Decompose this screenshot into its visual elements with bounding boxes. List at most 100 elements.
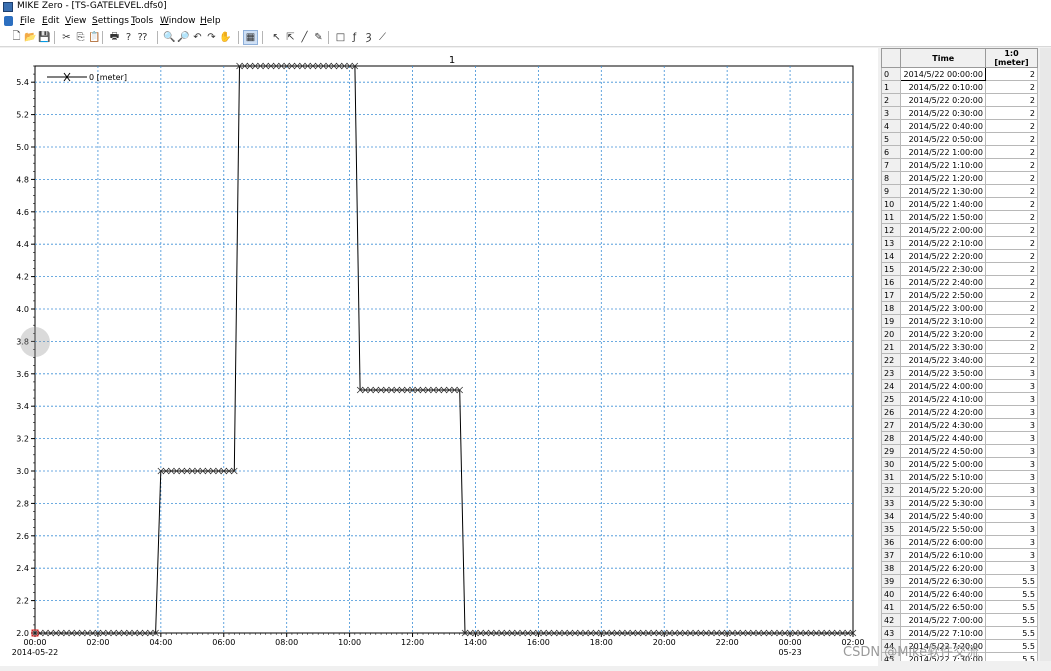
time-cell[interactable]: 2014/5/22 2:40:00	[900, 275, 986, 289]
rectangle-icon[interactable]: □	[334, 31, 347, 44]
value-cell[interactable]: 5.5	[984, 600, 1038, 614]
table-scrollbar[interactable]	[1040, 48, 1051, 661]
table-row[interactable]: 37 2014/5/22 6:10:00 3	[881, 548, 1038, 562]
menu-edit[interactable]: Edit	[42, 16, 59, 26]
table-row[interactable]: 23 2014/5/22 3:50:00 3	[881, 366, 1038, 380]
table-row[interactable]: 35 2014/5/22 5:50:00 3	[881, 522, 1038, 536]
value-cell[interactable]: 3	[984, 535, 1038, 549]
time-cell[interactable]: 2014/5/22 3:10:00	[900, 314, 986, 328]
menu-help[interactable]: Help	[200, 16, 221, 26]
value-cell[interactable]: 3	[984, 418, 1038, 432]
table-row[interactable]: 17 2014/5/22 2:50:00 2	[881, 288, 1038, 302]
table-row[interactable]: 33 2014/5/22 5:30:00 3	[881, 496, 1038, 510]
properties-icon[interactable]: Ȝ	[362, 31, 375, 44]
table-row[interactable]: 15 2014/5/22 2:30:00 2	[881, 262, 1038, 276]
menu-tools[interactable]: Tools	[131, 16, 153, 26]
table-row[interactable]: 12 2014/5/22 2:00:00 2	[881, 223, 1038, 237]
table-row[interactable]: 5 2014/5/22 0:50:00 2	[881, 132, 1038, 146]
menu-view[interactable]: View	[65, 16, 86, 26]
value-cell[interactable]: 3	[984, 522, 1038, 536]
table-row[interactable]: 31 2014/5/22 5:10:00 3	[881, 470, 1038, 484]
draw-line-icon[interactable]: ╱	[298, 31, 311, 44]
time-cell[interactable]: 2014/5/22 4:20:00	[900, 405, 986, 419]
value-cell[interactable]: 2	[984, 340, 1038, 354]
table-row[interactable]: 24 2014/5/22 4:00:00 3	[881, 379, 1038, 393]
time-cell[interactable]: 2014/5/22 2:50:00	[900, 288, 986, 302]
data-table[interactable]: Time 1:0 [meter] 0 2014/5/22 00:00:00 2 1 20…	[881, 48, 1038, 661]
value-cell[interactable]: 2	[984, 236, 1038, 250]
document-icon[interactable]	[4, 16, 13, 26]
pan-icon[interactable]: ✋	[219, 31, 232, 44]
header-time[interactable]: Time	[900, 48, 986, 68]
value-cell[interactable]: 2	[984, 119, 1038, 133]
table-row[interactable]: 36 2014/5/22 6:00:00 3	[881, 535, 1038, 549]
chart-panel[interactable]: 1 2.0 2.2 2.4 2.6 2.8 3.0 3.2 3.4 3.6 3.8 4.0 4.2 4.4…	[0, 48, 878, 666]
table-row[interactable]: 34 2014/5/22 5:40:00 3	[881, 509, 1038, 523]
table-row[interactable]: 30 2014/5/22 5:00:00 3	[881, 457, 1038, 471]
value-cell[interactable]: 3	[984, 470, 1038, 484]
zoom-out-icon[interactable]: 🔎	[177, 31, 190, 44]
time-cell[interactable]: 2014/5/22 2:30:00	[900, 262, 986, 276]
table-row[interactable]: 8 2014/5/22 1:20:00 2	[881, 171, 1038, 185]
table-row[interactable]: 25 2014/5/22 4:10:00 3	[881, 392, 1038, 406]
table-row[interactable]: 10 2014/5/22 1:40:00 2	[881, 197, 1038, 211]
time-cell[interactable]: 2014/5/22 1:20:00	[900, 171, 986, 185]
time-cell[interactable]: 2014/5/22 0:50:00	[900, 132, 986, 146]
value-cell[interactable]: 2	[984, 223, 1038, 237]
table-row[interactable]: 26 2014/5/22 4:20:00 3	[881, 405, 1038, 419]
time-cell[interactable]: 2014/5/22 4:50:00	[900, 444, 986, 458]
value-cell[interactable]: 2	[984, 353, 1038, 367]
time-cell[interactable]: 2014/5/22 5:00:00	[900, 457, 986, 471]
header-value[interactable]: 1:0 [meter]	[984, 48, 1038, 68]
ruler-icon[interactable]: ⟋	[376, 31, 389, 44]
table-row[interactable]: 28 2014/5/22 4:40:00 3	[881, 431, 1038, 445]
table-row[interactable]: 11 2014/5/22 1:50:00 2	[881, 210, 1038, 224]
value-cell[interactable]: 3	[984, 379, 1038, 393]
new-icon[interactable]: 🗋	[10, 31, 23, 44]
value-cell[interactable]: 5.5	[984, 574, 1038, 588]
time-cell[interactable]: 2014/5/22 4:40:00	[900, 431, 986, 445]
time-cell[interactable]: 2014/5/22 1:40:00	[900, 197, 986, 211]
time-cell[interactable]: 2014/5/22 0:40:00	[900, 119, 986, 133]
table-row[interactable]: 42 2014/5/22 7:00:00 5.5	[881, 613, 1038, 627]
table-row[interactable]: 6 2014/5/22 1:00:00 2	[881, 145, 1038, 159]
value-cell[interactable]: 5.5	[984, 613, 1038, 627]
value-cell[interactable]: 2	[984, 93, 1038, 107]
copy-icon[interactable]: ⎘	[74, 31, 87, 44]
open-icon[interactable]: 📂	[24, 31, 37, 44]
table-row[interactable]: 40 2014/5/22 6:40:00 5.5	[881, 587, 1038, 601]
time-cell[interactable]: 2014/5/22 4:10:00	[900, 392, 986, 406]
value-cell[interactable]: 2	[984, 210, 1038, 224]
value-cell[interactable]: 3	[984, 509, 1038, 523]
time-series-chart[interactable]: 12.02.22.42.62.83.03.23.43.63.84.04.24.4…	[0, 48, 878, 666]
table-row[interactable]: 21 2014/5/22 3:30:00 2	[881, 340, 1038, 354]
value-cell[interactable]: 2	[984, 262, 1038, 276]
time-cell[interactable]: 2014/5/22 5:40:00	[900, 509, 986, 523]
time-cell[interactable]: 2014/5/22 6:20:00	[900, 561, 986, 575]
table-row[interactable]: 7 2014/5/22 1:10:00 2	[881, 158, 1038, 172]
time-cell[interactable]: 2014/5/22 2:00:00	[900, 223, 986, 237]
time-cell[interactable]: 2014/5/22 3:40:00	[900, 353, 986, 367]
table-row[interactable]: 32 2014/5/22 5:20:00 3	[881, 483, 1038, 497]
table-row[interactable]: 39 2014/5/22 6:30:00 5.5	[881, 574, 1038, 588]
help-icon[interactable]: ?	[122, 31, 135, 44]
menu-window[interactable]: Window	[160, 16, 196, 26]
value-cell[interactable]: 3	[984, 405, 1038, 419]
value-cell[interactable]: 5.5	[984, 626, 1038, 640]
data-table-panel[interactable]: Time 1:0 [meter] 0 2014/5/22 00:00:00 2 1 20…	[881, 48, 1038, 661]
value-cell[interactable]: 2	[984, 184, 1038, 198]
time-cell[interactable]: 2014/5/22 5:50:00	[900, 522, 986, 536]
value-cell[interactable]: 2	[984, 80, 1038, 94]
value-cell[interactable]: 2	[984, 288, 1038, 302]
value-cell[interactable]: 3	[984, 392, 1038, 406]
print-icon[interactable]: 🖶	[108, 31, 121, 44]
edit-values-icon[interactable]: ✎	[312, 31, 325, 44]
function-icon[interactable]: ƒ	[348, 31, 361, 44]
time-cell[interactable]: 2014/5/22 3:50:00	[900, 366, 986, 380]
value-cell[interactable]: 5.5	[984, 587, 1038, 601]
time-cell[interactable]: 2014/5/22 1:30:00	[900, 184, 986, 198]
table-row[interactable]: 9 2014/5/22 1:30:00 2	[881, 184, 1038, 198]
table-row[interactable]: 41 2014/5/22 6:50:00 5.5	[881, 600, 1038, 614]
value-cell[interactable]: 2	[984, 67, 1038, 81]
time-cell[interactable]: 2014/5/22 7:10:00	[900, 626, 986, 640]
